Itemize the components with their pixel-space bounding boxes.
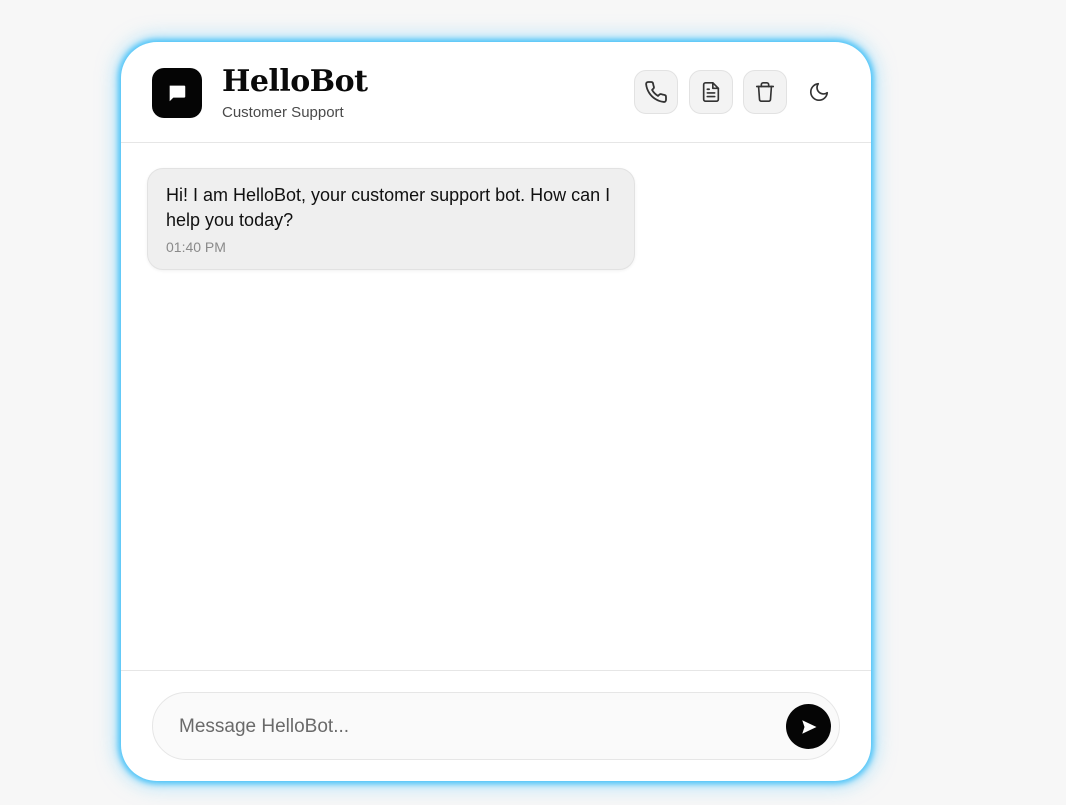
trash-icon bbox=[754, 81, 776, 103]
message-timestamp: 01:40 PM bbox=[166, 239, 226, 255]
call-button[interactable] bbox=[634, 70, 678, 114]
moon-icon bbox=[808, 81, 830, 103]
message-input-container bbox=[152, 692, 840, 761]
message-input[interactable] bbox=[177, 693, 761, 761]
chat-header: HelloBot Customer Support bbox=[121, 42, 871, 143]
document-icon bbox=[700, 81, 722, 103]
message-text: Hi! I am HelloBot, your customer support… bbox=[166, 185, 611, 230]
send-icon bbox=[800, 718, 818, 736]
message-list: Hi! I am HelloBot, your customer support… bbox=[121, 143, 871, 670]
send-button[interactable] bbox=[786, 704, 831, 749]
bot-logo bbox=[152, 68, 202, 118]
clear-chat-button[interactable] bbox=[743, 70, 787, 114]
phone-icon bbox=[644, 80, 668, 104]
bot-subtitle: Customer Support bbox=[222, 104, 344, 121]
chat-bubble-icon bbox=[166, 82, 188, 104]
theme-toggle-button[interactable] bbox=[799, 70, 839, 114]
bot-message: Hi! I am HelloBot, your customer support… bbox=[147, 168, 635, 270]
transcript-button[interactable] bbox=[689, 70, 733, 114]
chat-window: HelloBot Customer Support Hi! I am Hello… bbox=[121, 42, 871, 781]
bot-title: HelloBot bbox=[222, 64, 368, 99]
composer bbox=[121, 670, 871, 781]
